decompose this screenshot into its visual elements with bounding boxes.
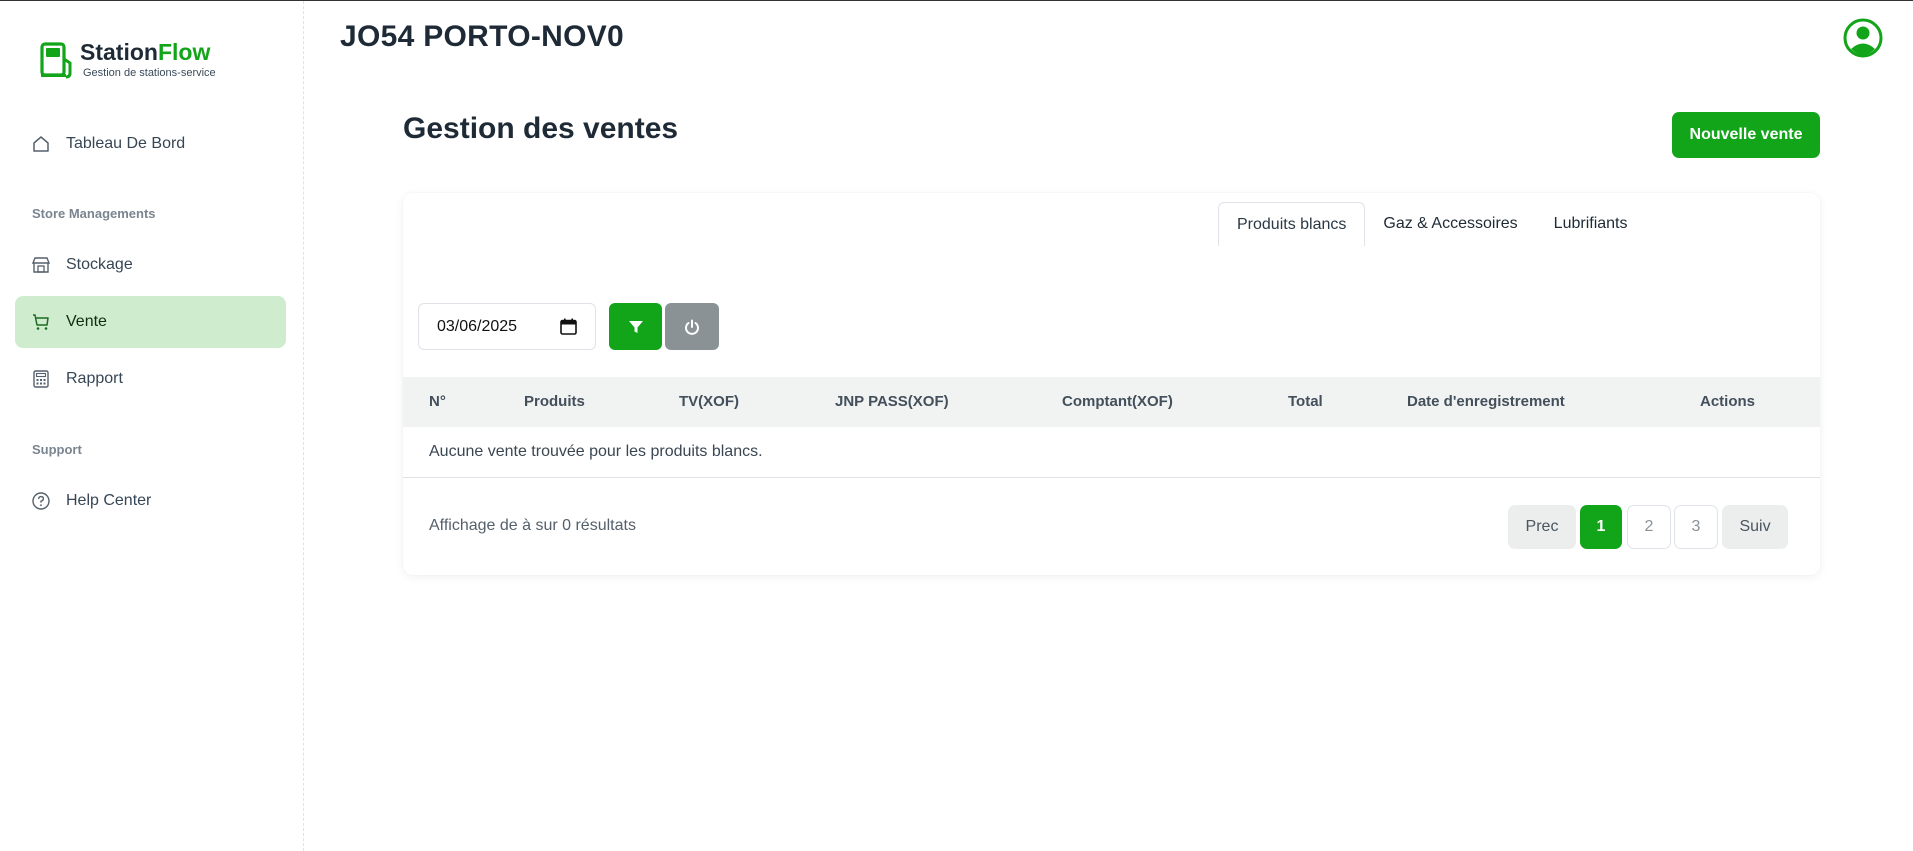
sales-card: Produits blancs Gaz & Accessoires Lubrif… [403, 193, 1820, 575]
tab-produits-blancs[interactable]: Produits blancs [1218, 202, 1366, 246]
col-date-enregistrement: Date d'enregistrement [1407, 393, 1565, 410]
date-filter-input[interactable]: 03/06/2025 [418, 303, 596, 350]
user-circle-icon[interactable] [1843, 18, 1883, 58]
date-value: 03/06/2025 [437, 317, 518, 335]
reset-button[interactable] [665, 303, 719, 350]
filter-button[interactable] [609, 303, 662, 350]
sidebar-item-rapport[interactable]: Rapport [15, 353, 286, 405]
calculator-icon [31, 369, 51, 389]
tab-lubrifiants[interactable]: Lubrifiants [1536, 202, 1646, 246]
sidebar-item-label: Vente [66, 313, 107, 330]
logo[interactable]: StationFlow Gestion de stations-service [40, 39, 216, 81]
help-circle-icon [31, 491, 51, 511]
home-icon [31, 134, 51, 154]
sidebar-item-label: Stockage [66, 256, 133, 273]
col-total: Total [1288, 393, 1323, 410]
sidebar: StationFlow Gestion de stations-service … [0, 1, 304, 851]
col-jnp-pass: JNP PASS(XOF) [835, 393, 949, 410]
power-icon [685, 319, 699, 335]
funnel-icon [628, 320, 643, 333]
tab-gaz-accessoires[interactable]: Gaz & Accessoires [1365, 202, 1535, 246]
results-info: Affichage de à sur 0 résultats [429, 517, 636, 534]
sidebar-item-label: Rapport [66, 370, 123, 387]
table-empty-row: Aucune vente trouvée pour les produits b… [403, 427, 1820, 478]
section-store-managements: Store Managements [32, 206, 156, 221]
col-actions: Actions [1700, 393, 1756, 410]
brand-subtitle: Gestion de stations-service [83, 67, 216, 79]
page-title: Gestion des ventes [403, 112, 679, 145]
sidebar-item-label: Tableau De Bord [66, 135, 186, 152]
pagination-prev[interactable]: Prec [1508, 505, 1576, 549]
sidebar-item-vente[interactable]: Vente [15, 296, 286, 348]
pagination-page-1[interactable]: 1 [1580, 505, 1622, 549]
col-comptant: Comptant(XOF) [1062, 393, 1173, 410]
table-header: N° Produits TV(XOF) JNP PASS(XOF) Compta… [403, 377, 1820, 427]
pagination-page-2[interactable]: 2 [1627, 505, 1671, 549]
empty-message: Aucune vente trouvée pour les produits b… [429, 443, 763, 460]
station-title: JO54 PORTO-NOV0 [340, 20, 625, 53]
sidebar-item-dashboard[interactable]: Tableau De Bord [15, 118, 286, 170]
sidebar-item-help-center[interactable]: Help Center [15, 475, 286, 527]
sidebar-item-stockage[interactable]: Stockage [15, 239, 286, 291]
sidebar-item-label: Help Center [66, 492, 152, 509]
col-numero: N° [429, 393, 446, 410]
store-icon [31, 255, 51, 275]
section-support: Support [32, 442, 82, 457]
cart-icon [31, 312, 51, 332]
brand-title-flow: Flow [157, 39, 211, 65]
fuel-pump-logo-icon [40, 42, 72, 79]
brand-title: StationFlow [80, 39, 216, 65]
pagination-page-3[interactable]: 3 [1674, 505, 1718, 549]
col-produits: Produits [524, 393, 585, 410]
brand-title-station: Station [80, 39, 158, 65]
pagination-next[interactable]: Suiv [1722, 505, 1788, 549]
calendar-icon[interactable] [560, 318, 577, 335]
col-tv: TV(XOF) [679, 393, 739, 410]
product-tabs: Produits blancs Gaz & Accessoires Lubrif… [1218, 202, 1646, 246]
new-sale-button[interactable]: Nouvelle vente [1672, 112, 1820, 158]
